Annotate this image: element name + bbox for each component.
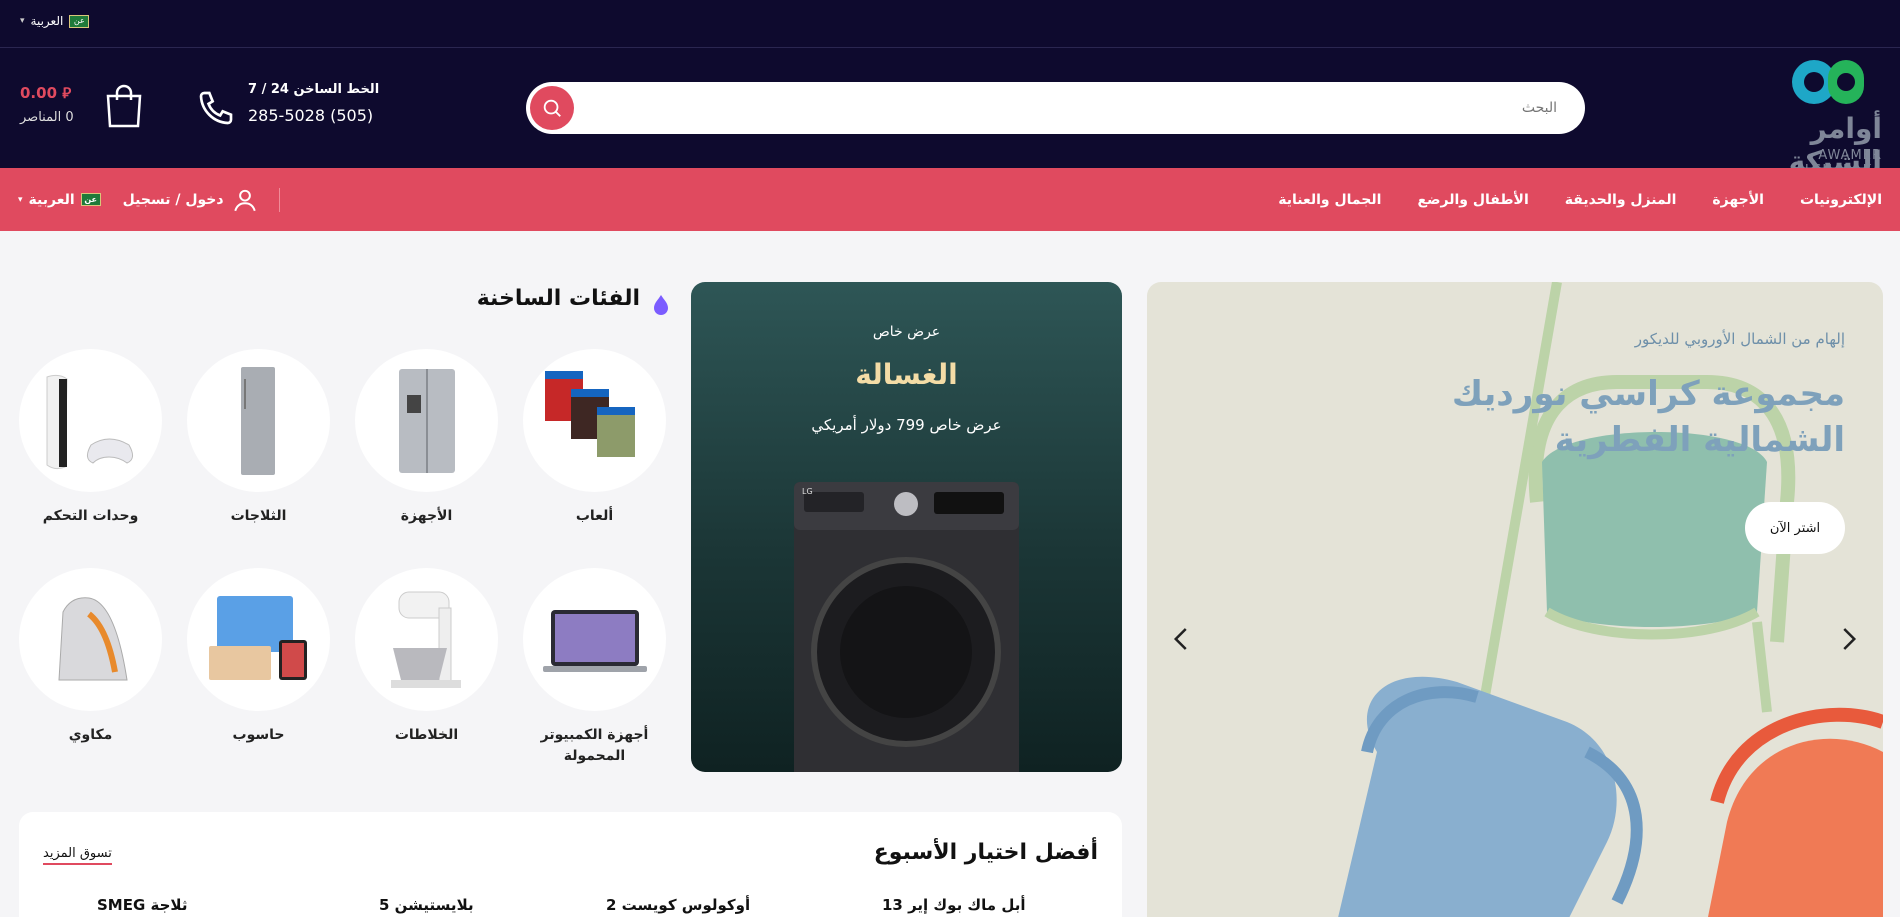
nav-language-switcher[interactable]: ▾ العربية عن <box>18 192 101 208</box>
category-label: الثلاجات <box>230 508 287 524</box>
login-register-link[interactable]: دخول / تسجيل <box>123 187 258 213</box>
shopping-bag-icon[interactable] <box>104 82 144 128</box>
nav-item-electronics[interactable]: الإلكترونيات <box>1800 192 1882 208</box>
nav-divider <box>279 188 280 212</box>
search-input[interactable] <box>657 82 1557 134</box>
category-label: الأجهزة <box>400 508 453 524</box>
category-appliances[interactable]: الأجهزة <box>355 349 498 527</box>
category-label: حاسوب <box>232 727 285 743</box>
hero-slider: إلهام من الشمال الأوروبي للديكور مجموعة … <box>1147 282 1883 917</box>
slider-prev-arrow-icon[interactable] <box>1167 624 1197 654</box>
top-language-switcher[interactable]: ▾ العربية عن <box>20 14 90 28</box>
search-button[interactable] <box>530 86 574 130</box>
nav-item-appliances[interactable]: الأجهزة <box>1712 192 1764 208</box>
site-logo[interactable]: أوامر الشبكة AWAMER ALSHABAKA <box>1732 54 1882 178</box>
category-image <box>523 349 666 492</box>
product-title[interactable]: ثلاجة SMEG <box>97 896 187 914</box>
steam-iron-image <box>58 597 128 681</box>
best-picks-title: أفضل اختيار الأسبوع <box>873 840 1098 865</box>
refrigerator-image <box>241 367 275 475</box>
washer-promo-card[interactable]: عرض خاص الغسالة عرض خاص 799 دولار أمريكي… <box>691 282 1122 772</box>
washing-machine-image: LG <box>794 482 1019 772</box>
nav-item-beauty[interactable]: الجمال والعناية <box>1278 192 1381 208</box>
top-bar: ▾ العربية عن <box>0 0 1900 48</box>
laptop-image <box>543 610 647 672</box>
category-refrigerators[interactable]: الثلاجات <box>187 349 330 527</box>
washer-brand: LG <box>802 487 813 496</box>
product-title[interactable]: أبل ماك بوك إير 13 <box>882 896 1025 914</box>
category-image <box>187 568 330 711</box>
category-image <box>187 349 330 492</box>
hotline[interactable]: الخط الساخن 24 / 7 285-5028 (505) <box>196 82 396 138</box>
category-label: وحدات التحكم <box>42 508 139 524</box>
nav-account-area: ▾ العربية عن دخول / تسجيل <box>18 168 258 231</box>
cart-total[interactable]: 0.00 ⃁ <box>20 84 71 103</box>
best-picks-section: أفضل اختيار الأسبوع تسوق المزيد أبل ماك … <box>19 812 1122 917</box>
chevron-down-icon: ▾ <box>18 194 23 205</box>
category-image <box>19 568 162 711</box>
category-image <box>19 349 162 492</box>
category-irons[interactable]: مكاوي <box>19 568 162 746</box>
nav-categories: الإلكترونيات الأجهزة المنزل والحديقة الأ… <box>1278 168 1882 231</box>
category-label: ألعاب <box>575 508 614 524</box>
fire-icon <box>654 295 668 315</box>
hero-title: مجموعة كراسي نورديك الشمالية الفطرية <box>1451 374 1845 460</box>
chevron-down-icon: ▾ <box>20 16 25 26</box>
category-label: الخلاطات <box>394 727 459 743</box>
product-title[interactable]: بلايستيشن 5 <box>379 896 474 914</box>
shop-more-link[interactable]: تسوق المزيد <box>43 846 112 865</box>
slider-next-arrow-icon[interactable] <box>1833 624 1863 654</box>
main-nav: الإلكترونيات الأجهزة المنزل والحديقة الأ… <box>0 168 1900 231</box>
hotline-label: الخط الساخن 24 / 7 <box>248 82 380 97</box>
language-flag-icon: عن <box>80 193 101 206</box>
category-laptops[interactable]: أجهزة الكمبيوتر المحمولة <box>523 568 666 767</box>
header: أوامر الشبكة AWAMER ALSHABAKA الخط الساخ… <box>0 48 1900 178</box>
category-computers[interactable]: حاسوب <box>187 568 330 746</box>
category-label: أجهزة الكمبيوتر المحمولة <box>540 727 649 764</box>
game-console-image <box>46 374 133 470</box>
computer-devices-image <box>209 596 307 680</box>
category-games[interactable]: ألعاب <box>523 349 666 527</box>
product-title[interactable]: أوكولوس كويست 2 <box>606 896 750 914</box>
search-icon <box>543 99 561 117</box>
language-flag-icon: عن <box>69 14 90 28</box>
phone-icon <box>199 91 233 125</box>
login-label: دخول / تسجيل <box>122 191 224 208</box>
user-icon <box>233 189 256 211</box>
nav-item-home-garden[interactable]: المنزل والحديقة <box>1565 192 1677 208</box>
cart-item-count: 0 المناصر <box>20 110 74 125</box>
games-image <box>545 371 635 457</box>
promo-tag: عرض خاص <box>872 324 941 340</box>
search-bar <box>526 82 1585 134</box>
hero-subtitle: إلهام من الشمال الأوروبي للديكور <box>1634 330 1845 348</box>
stand-mixer-image <box>391 591 461 688</box>
promo-price: عرض خاص 799 دولار أمريكي <box>811 416 1002 434</box>
promo-title: الغسالة <box>855 358 958 391</box>
category-image <box>523 568 666 711</box>
category-label: مكاوي <box>68 727 113 743</box>
logo-mark-icon <box>1792 60 1864 104</box>
category-consoles[interactable]: وحدات التحكم <box>19 349 162 527</box>
category-image <box>355 349 498 492</box>
category-mixers[interactable]: الخلاطات <box>355 568 498 746</box>
side-by-side-fridge-image <box>399 369 455 473</box>
nav-language-label: العربية <box>28 191 75 208</box>
category-image <box>355 568 498 711</box>
hot-categories-title: الفئات الساخنة <box>476 286 640 311</box>
hotline-number: 285-5028 (505) <box>248 106 374 125</box>
nav-item-kids-baby[interactable]: الأطفال والرضع <box>1417 192 1528 208</box>
shop-now-button[interactable]: اشتر الآن <box>1745 502 1845 554</box>
hot-categories-header: الفئات الساخنة <box>477 284 670 318</box>
top-language-label: العربية <box>30 14 64 28</box>
